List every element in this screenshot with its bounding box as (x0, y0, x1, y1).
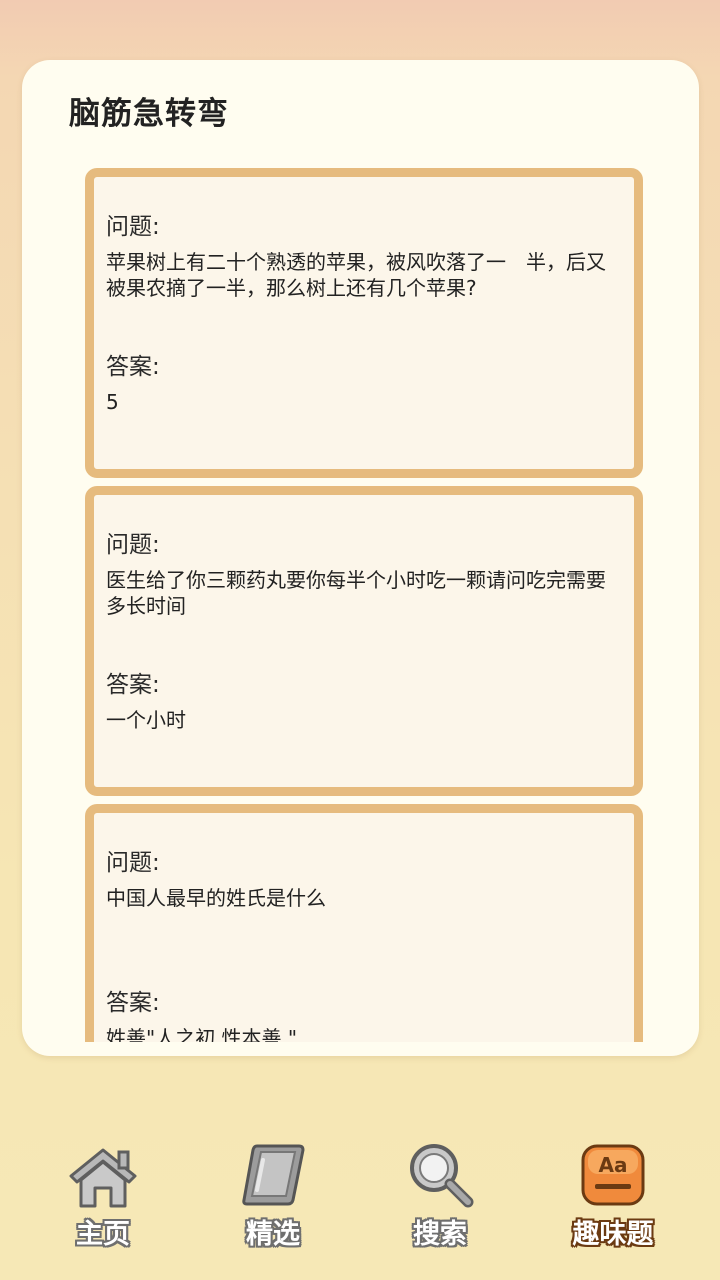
answer-label: 答案: (106, 672, 160, 698)
answer-text: 姓善"人之初,性本善." (106, 1026, 298, 1042)
qa-list[interactable]: 问题: 苹果树上有二十个熟透的苹果，被风吹落了一 半，后又被果农摘了一半，那么树… (85, 168, 643, 1042)
svg-text:Aa: Aa (599, 1153, 628, 1177)
question-label: 问题: (106, 850, 160, 876)
qa-card[interactable]: 问题: 医生给了你三颗药丸要你每半个小时吃一颗请问吃完需要多长时间 答案: 一个… (85, 486, 643, 796)
tab-label: 主页 (76, 1219, 130, 1250)
bottom-tab-bar: 主页 精选 搜索 Aa 趣味题 (0, 1140, 720, 1260)
question-label: 问题: (106, 532, 160, 558)
answer-label: 答案: (106, 354, 160, 380)
question-text: 苹果树上有二十个熟透的苹果，被风吹落了一 半，后又被果农摘了一半，那么树上还有几… (106, 250, 606, 300)
tab-featured[interactable]: 精选 (218, 1140, 328, 1260)
book-icon (242, 1144, 305, 1206)
answer-label: 答案: (106, 990, 160, 1016)
answer-text: 5 (106, 390, 119, 414)
tab-label: 趣味题 (572, 1219, 654, 1250)
qa-card[interactable]: 问题: 苹果树上有二十个熟透的苹果，被风吹落了一 半，后又被果农摘了一半，那么树… (85, 168, 643, 478)
tab-search[interactable]: 搜索 (385, 1140, 495, 1260)
qa-card[interactable]: 问题: 中国人最早的姓氏是什么 答案: 姓善"人之初,性本善." (85, 804, 643, 1042)
tab-home[interactable]: 主页 (48, 1140, 158, 1260)
answer-text: 一个小时 (106, 708, 186, 732)
question-text: 中国人最早的姓氏是什么 (106, 886, 326, 910)
tab-quiz[interactable]: Aa 趣味题 (558, 1140, 668, 1260)
tab-label: 搜索 (413, 1219, 467, 1250)
page-title: 脑筋急转弯 (69, 96, 229, 132)
house-icon (69, 1148, 137, 1208)
question-label: 问题: (106, 214, 160, 240)
font-aa-icon: Aa (581, 1144, 645, 1206)
tab-label: 精选 (246, 1219, 300, 1250)
content-panel: 脑筋急转弯 问题: 苹果树上有二十个熟透的苹果，被风吹落了一 半，后又被果农摘了… (22, 60, 699, 1056)
question-text: 医生给了你三颗药丸要你每半个小时吃一颗请问吃完需要多长时间 (106, 568, 606, 618)
magnifier-icon (410, 1144, 474, 1208)
